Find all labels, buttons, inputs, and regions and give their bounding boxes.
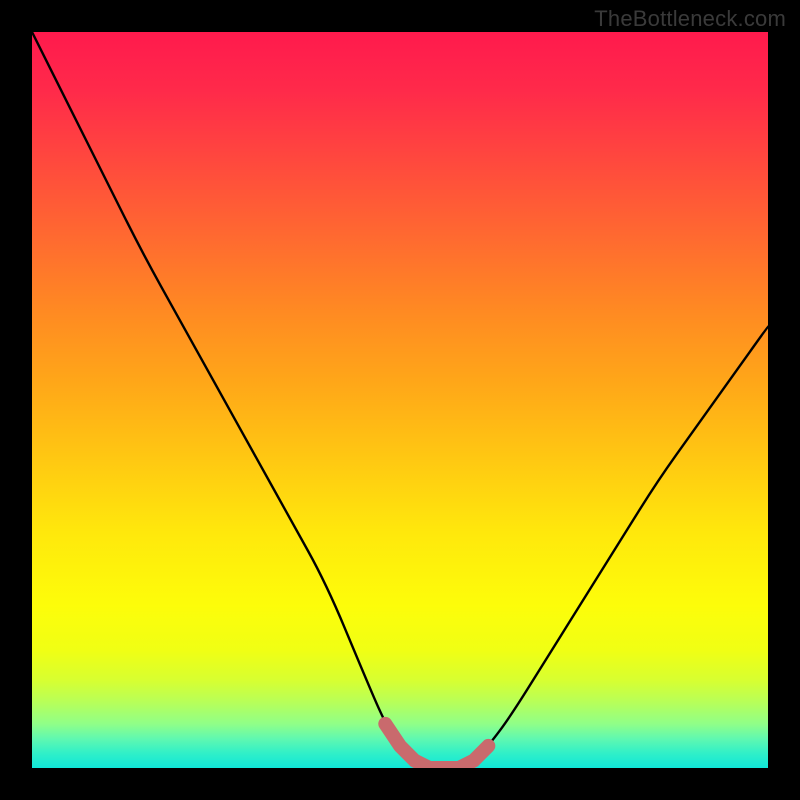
plot-area [32, 32, 768, 768]
highlight-segment [385, 724, 488, 768]
curve-path [32, 32, 768, 768]
watermark-text: TheBottleneck.com [594, 6, 786, 32]
bottleneck-curve [32, 32, 768, 768]
chart-frame: TheBottleneck.com [0, 0, 800, 800]
